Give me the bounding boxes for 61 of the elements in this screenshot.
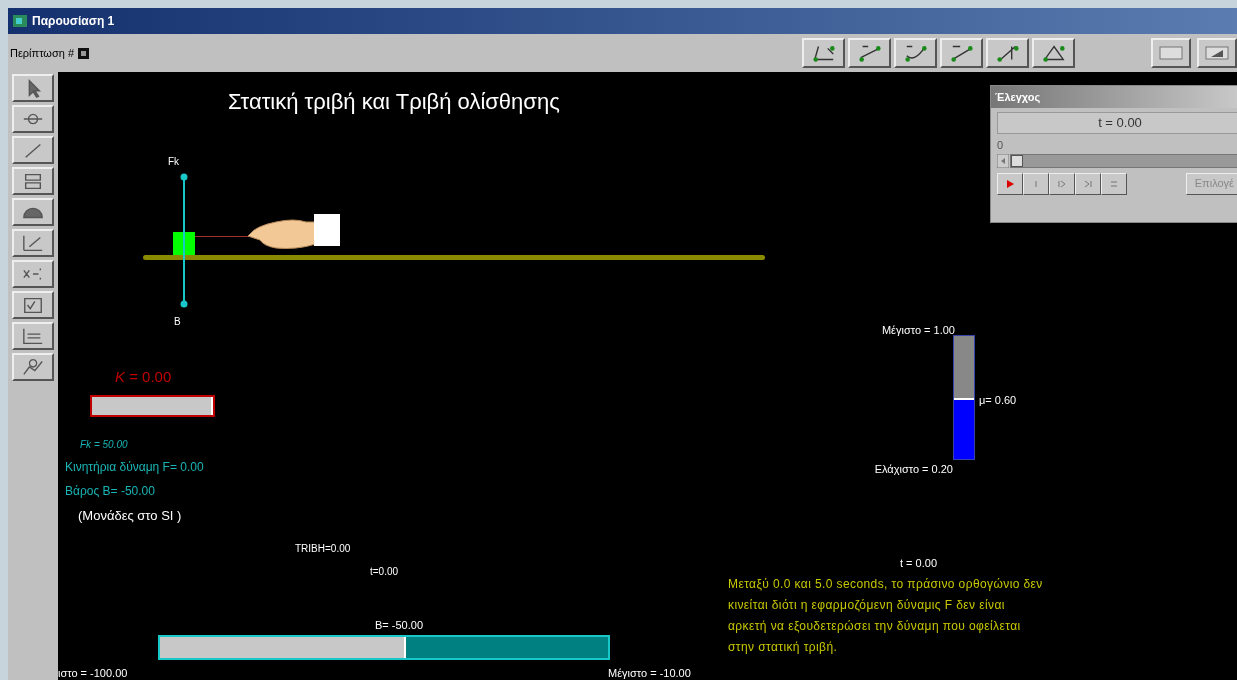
tool-button[interactable] [12, 198, 54, 226]
window-button[interactable] [1151, 38, 1191, 68]
weight-slider-track[interactable] [158, 635, 610, 660]
mu-slider-track[interactable] [953, 335, 975, 460]
weight-min-label: ιστο = -100.00 [58, 666, 128, 680]
rope-line [195, 236, 250, 237]
explanation-text: Μεταξύ 0.0 και 5.0 seconds, το πράσινο ορθογώνιο δεν κινείται διότι η εφαρμοζόμενη δύναμις F δεν είναι αρκετή να εξουδετερώσει την δύναμη που οφείλεται στην στατική τριβή. [728, 576, 1043, 656]
playback-button[interactable] [997, 172, 1023, 195]
rewind-icon [1057, 178, 1067, 189]
tool-button[interactable] [12, 291, 54, 319]
time-readout: t=0.00 [370, 565, 399, 579]
tool-button[interactable] [12, 167, 54, 195]
sliding-block [173, 232, 195, 255]
play-icon [1005, 178, 1015, 189]
playback-button[interactable] [1101, 172, 1127, 195]
step-icon [1083, 178, 1093, 189]
window-button[interactable] [1197, 38, 1237, 68]
table-icon [1159, 46, 1183, 60]
friction-coefficient-label: K = 0.00 [115, 367, 172, 387]
graph-button[interactable] [940, 38, 983, 68]
panel-title: Έλεγχος [995, 89, 1041, 105]
readout-text: Κινητήρια δύναμη F= 0.00 [65, 459, 204, 476]
force-label: B [174, 315, 181, 329]
mu-min-label: Ελάχιστο = 0.20 [874, 462, 953, 477]
graph-button[interactable] [848, 38, 891, 68]
playback-button[interactable] [1049, 172, 1075, 195]
case-label: Περίπτωση # [9, 45, 74, 61]
tool-button[interactable] [12, 136, 54, 164]
playback-button[interactable] [1023, 172, 1049, 195]
time-display: t = 0.00 [997, 112, 1237, 134]
graph-button[interactable] [1032, 38, 1075, 68]
weight-max-label: Μέγιστο = -10.00 [608, 666, 691, 680]
frame-counter: 0 [997, 138, 1005, 153]
tool-button[interactable] [12, 322, 54, 350]
friction-readout: TRIBH=0.00 [295, 542, 351, 556]
graph-button[interactable] [802, 38, 845, 68]
playback-button[interactable] [1075, 172, 1101, 195]
reset-icon [1109, 178, 1119, 189]
frame-slider-thumb[interactable] [1011, 154, 1023, 167]
tool-button[interactable] [12, 353, 54, 381]
canvas-title: Στατική τριβή και Τριβή ολίσθησης [228, 88, 560, 116]
graph-button[interactable] [894, 38, 937, 68]
time-readout: t = 0.00 [900, 556, 937, 571]
options-button[interactable]: Επιλογέ [1185, 172, 1237, 195]
readout-text: Βάρος Β= -50.00 [65, 483, 156, 500]
window-icon [1205, 46, 1229, 60]
mu-max-label: Μέγιστο = 1.00 [881, 323, 955, 338]
tool-button[interactable] [12, 229, 54, 257]
window-title: Παρουσίαση 1 [32, 13, 115, 30]
graph-button[interactable] [986, 38, 1029, 68]
case-menu-icon[interactable] [78, 47, 89, 59]
force-label: Fk [168, 155, 180, 169]
tool-button[interactable] [12, 260, 54, 288]
left-arrow-icon[interactable] [997, 153, 1009, 168]
weight-value-label: B= -50.00 [375, 618, 423, 633]
mu-value-label: μ= 0.60 [979, 393, 1017, 408]
tool-button[interactable] [12, 74, 54, 102]
tool-button[interactable] [12, 105, 54, 133]
readout-text: Fk = 50.00 [79, 438, 129, 452]
readout-text: (Μονάδες στο SI ) [77, 507, 183, 525]
app-icon [12, 13, 28, 29]
